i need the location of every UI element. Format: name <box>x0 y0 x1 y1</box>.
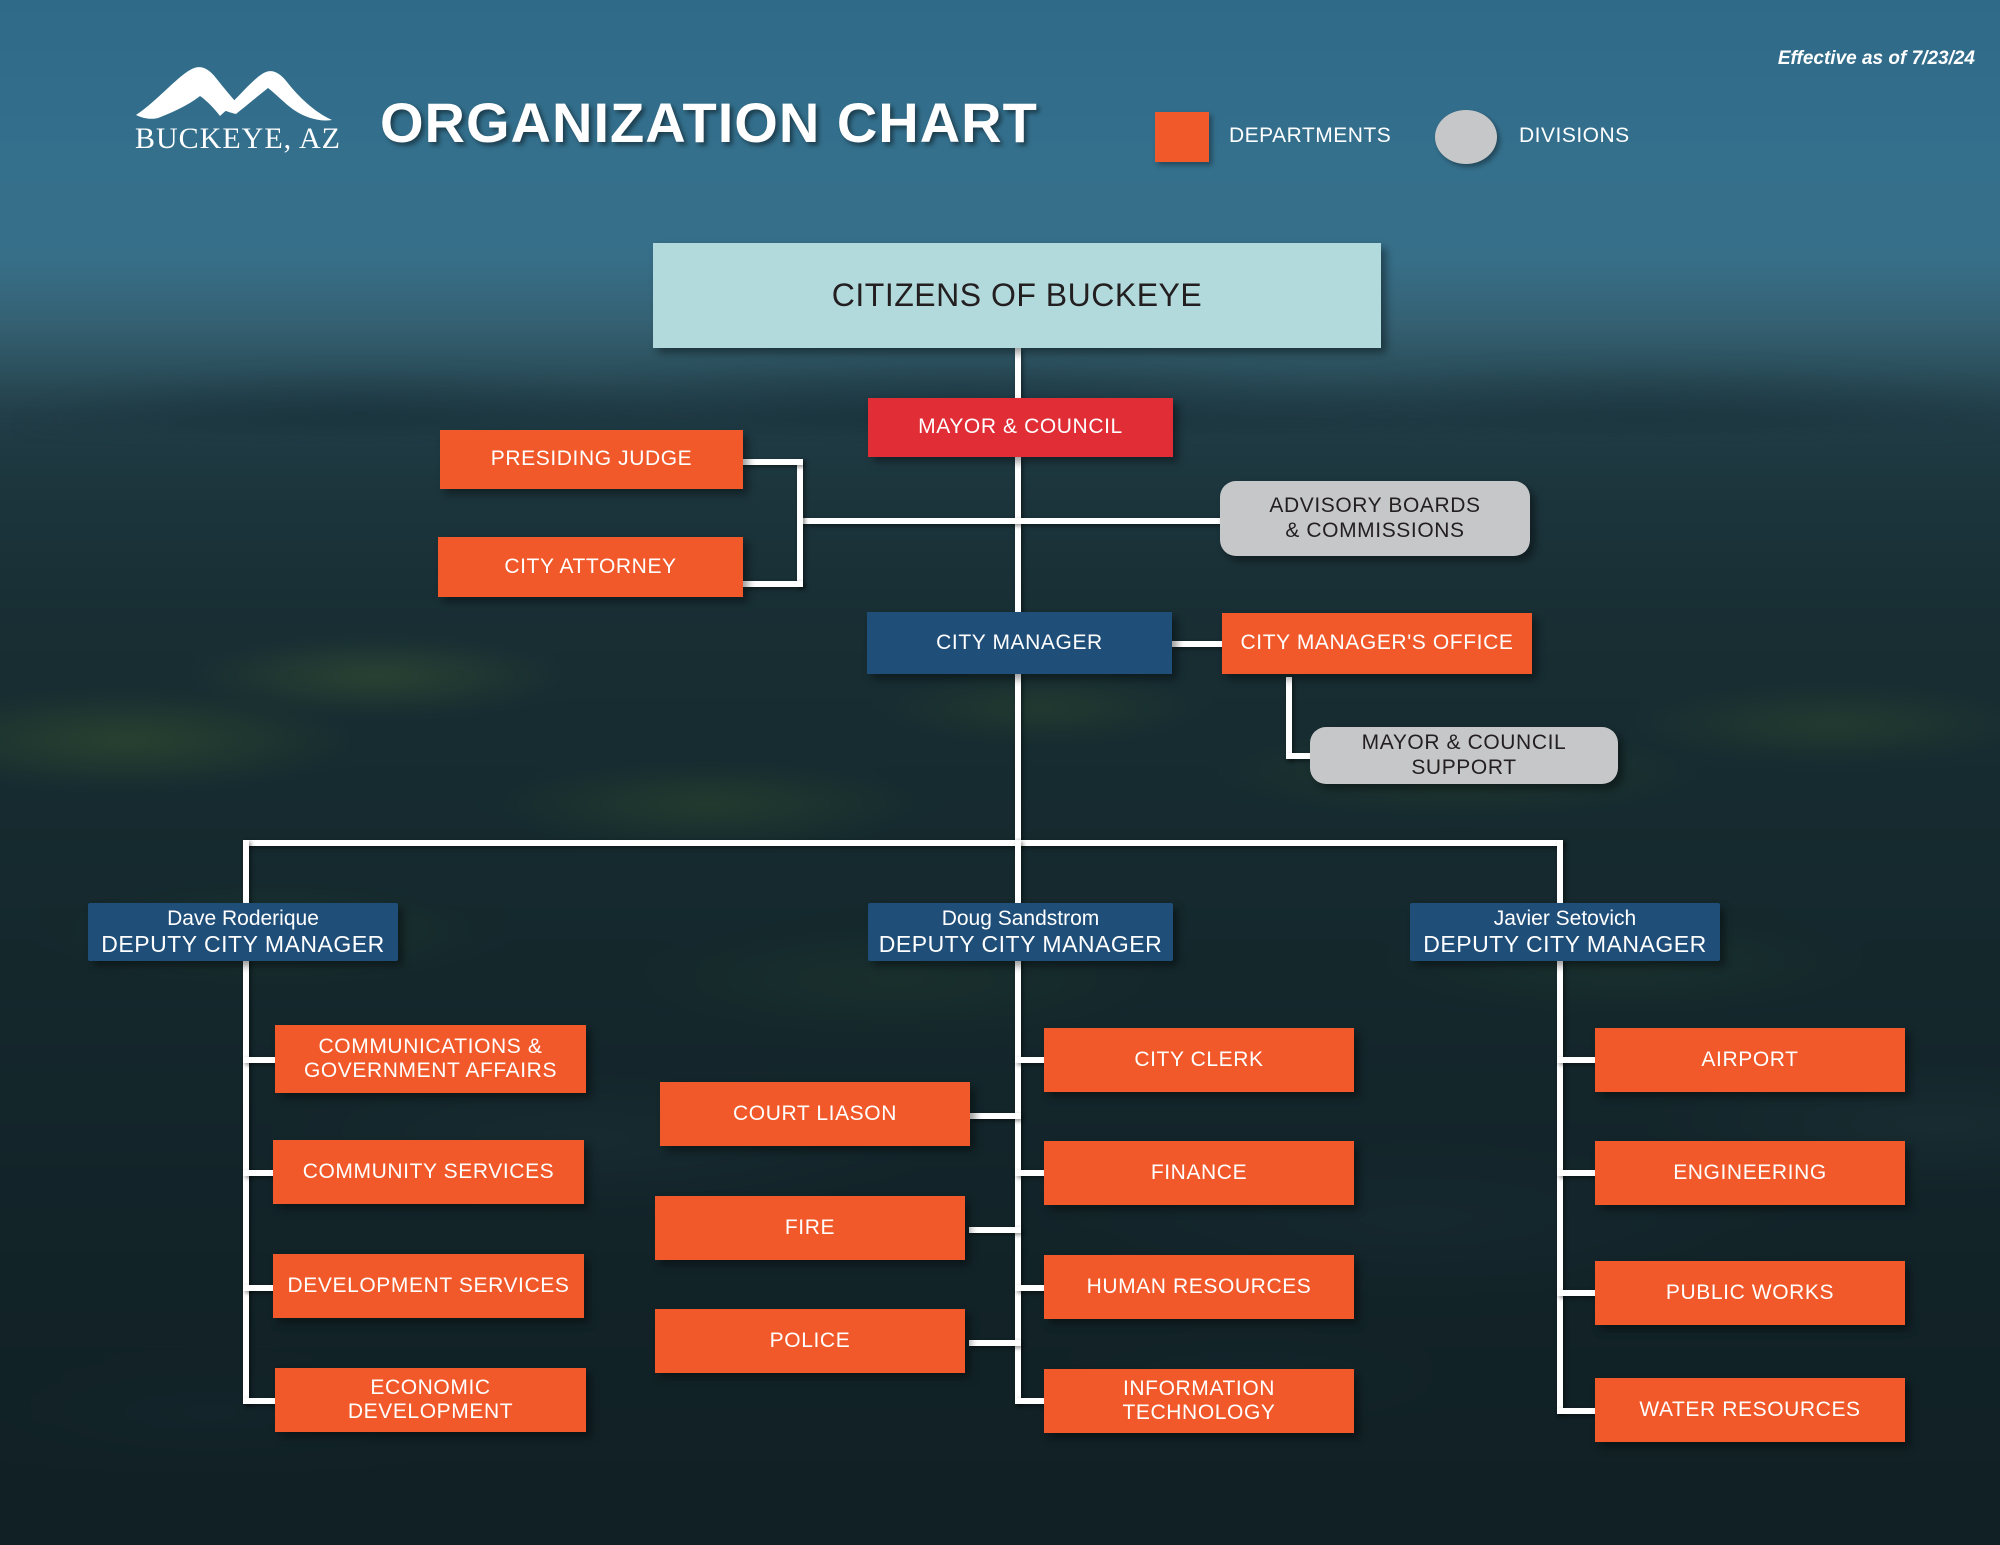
node-label-line1: COMMUNICATIONS & <box>318 1034 543 1058</box>
node-police[interactable]: POLICE <box>655 1309 965 1373</box>
node-label-line2: GOVERNMENT AFFAIRS <box>303 1059 558 1082</box>
connector-dcm3-riser <box>1557 840 1563 907</box>
connector-citizens-to-mayor <box>1015 348 1021 399</box>
node-label: ENGINEERING <box>1673 1160 1827 1184</box>
dcm-role: DEPUTY CITY MANAGER <box>878 930 1163 957</box>
node-mayor-and-council-support[interactable]: MAYOR & COUNCIL SUPPORT <box>1310 727 1618 784</box>
connector-cm-spine <box>1015 674 1021 843</box>
node-engineering[interactable]: ENGINEERING <box>1595 1141 1905 1205</box>
node-community-services[interactable]: COMMUNITY SERVICES <box>273 1140 584 1204</box>
connector-dcm2-to-fire <box>969 1227 1021 1233</box>
node-label: PUBLIC WORKS <box>1665 1280 1835 1304</box>
node-label: COURT LIASON <box>733 1101 897 1125</box>
node-presiding-judge[interactable]: PRESIDING JUDGE <box>440 430 743 489</box>
node-label: INFORMATION TECHNOLOGY <box>1122 1376 1276 1424</box>
node-citizens-of-buckeye[interactable]: CITIZENS OF BUCKEYE <box>653 243 1381 348</box>
node-label: MAYOR & COUNCIL <box>918 415 1123 439</box>
node-label: PRESIDING JUDGE <box>490 447 693 471</box>
node-label: MAYOR & COUNCIL SUPPORT <box>1361 731 1567 779</box>
node-city-manager[interactable]: CITY MANAGER <box>867 612 1172 674</box>
node-deputy-city-manager-sandstrom[interactable]: Doug Sandstrom DEPUTY CITY MANAGER <box>868 903 1173 961</box>
connector-dcm-bus <box>243 840 1563 846</box>
dcm-role: DEPUTY CITY MANAGER <box>1423 930 1707 957</box>
node-label: POLICE <box>769 1328 851 1352</box>
node-economic-development[interactable]: ECONOMIC DEVELOPMENT <box>275 1368 586 1432</box>
connector-dcm3-to-airport <box>1557 1057 1595 1063</box>
node-deputy-city-manager-setovich[interactable]: Javier Setovich DEPUTY CITY MANAGER <box>1410 903 1720 961</box>
node-advisory-boards-and-commissions[interactable]: ADVISORY BOARDS & COMMISSIONS <box>1220 481 1530 556</box>
node-court-liason[interactable]: COURT LIASON <box>660 1082 970 1146</box>
connector-dcm3-to-water-resources <box>1557 1408 1595 1414</box>
node-city-managers-office[interactable]: CITY MANAGER'S OFFICE <box>1222 613 1532 674</box>
node-finance[interactable]: FINANCE <box>1044 1141 1354 1205</box>
node-label: CITY ATTORNEY <box>504 554 677 578</box>
node-label: CITY CLERK <box>1134 1047 1264 1071</box>
node-city-clerk[interactable]: CITY CLERK <box>1044 1028 1354 1092</box>
connector-judiciary-bus <box>797 518 1237 524</box>
connector-dcm3-spine <box>1557 959 1563 1414</box>
organization-chart-page: BUCKEYE, AZ ORGANIZATION CHART Effective… <box>0 0 2000 1545</box>
node-label-line1: ADVISORY BOARDS <box>1269 494 1481 518</box>
connector-cmo-riser <box>1286 677 1292 759</box>
connector-dcm1-to-development-services <box>243 1285 275 1291</box>
node-human-resources[interactable]: HUMAN RESOURCES <box>1044 1255 1354 1319</box>
node-label: CITY MANAGER <box>936 630 1103 654</box>
node-label: ECONOMIC DEVELOPMENT <box>347 1375 514 1423</box>
connector-dcm2-to-court-liason <box>969 1113 1021 1119</box>
connector-dcm3-to-engineering <box>1557 1170 1595 1176</box>
node-communications-and-government-affairs[interactable]: COMMUNICATIONS & GOVERNMENT AFFAIRS <box>275 1025 586 1093</box>
dcm-name: Dave Roderique <box>167 906 319 930</box>
connector-to-presiding-judge <box>741 459 803 465</box>
node-airport[interactable]: AIRPORT <box>1595 1028 1905 1092</box>
connector-dcm2-riser <box>1015 840 1021 907</box>
node-label-line2: & COMMISSIONS <box>1285 518 1465 542</box>
node-label: FIRE <box>784 1215 836 1239</box>
node-deputy-city-manager-roderique[interactable]: Dave Roderique DEPUTY CITY MANAGER <box>88 903 398 961</box>
connector-dcm1-to-communications <box>243 1057 275 1063</box>
node-label: CITIZENS OF BUCKEYE <box>831 277 1203 314</box>
connector-dcm1-to-community-services <box>243 1170 275 1176</box>
node-mayor-and-council[interactable]: MAYOR & COUNCIL <box>868 398 1173 457</box>
node-label: CITY MANAGER'S OFFICE <box>1240 631 1514 655</box>
connector-dcm2-to-city-clerk <box>1015 1057 1047 1063</box>
node-label: DEVELOPMENT SERVICES <box>287 1273 570 1297</box>
node-label: WATER RESOURCES <box>1639 1397 1861 1421</box>
node-water-resources[interactable]: WATER RESOURCES <box>1595 1378 1905 1442</box>
connector-dcm2-to-information-technology <box>1015 1398 1047 1404</box>
node-label: HUMAN RESOURCES <box>1086 1274 1312 1298</box>
connector-judiciary-riser <box>797 459 803 587</box>
connector-dcm2-to-human-resources <box>1015 1285 1047 1291</box>
connector-mayor-spine <box>1015 457 1021 621</box>
connector-dcm2-to-finance <box>1015 1170 1047 1176</box>
node-city-attorney[interactable]: CITY ATTORNEY <box>438 537 743 597</box>
dcm-name: Javier Setovich <box>1493 906 1637 930</box>
connector-to-city-attorney <box>741 581 803 587</box>
node-label: FINANCE <box>1150 1160 1248 1184</box>
node-information-technology[interactable]: INFORMATION TECHNOLOGY <box>1044 1369 1354 1433</box>
connector-dcm3-to-public-works <box>1557 1290 1595 1296</box>
dcm-role: DEPUTY CITY MANAGER <box>101 930 385 957</box>
node-label: COMMUNITY SERVICES <box>302 1159 555 1183</box>
connector-dcm1-to-economic-development <box>243 1398 275 1404</box>
node-label: AIRPORT <box>1701 1047 1799 1071</box>
connector-dcm2-to-police <box>969 1340 1021 1346</box>
dcm-name: Doug Sandstrom <box>941 906 1100 930</box>
connector-dcm1-riser <box>243 840 249 907</box>
connector-dcm2-spine <box>1015 959 1021 1404</box>
node-fire[interactable]: FIRE <box>655 1196 965 1260</box>
node-public-works[interactable]: PUBLIC WORKS <box>1595 1261 1905 1325</box>
connector-dcm1-spine <box>243 959 249 1404</box>
node-development-services[interactable]: DEVELOPMENT SERVICES <box>273 1254 584 1318</box>
